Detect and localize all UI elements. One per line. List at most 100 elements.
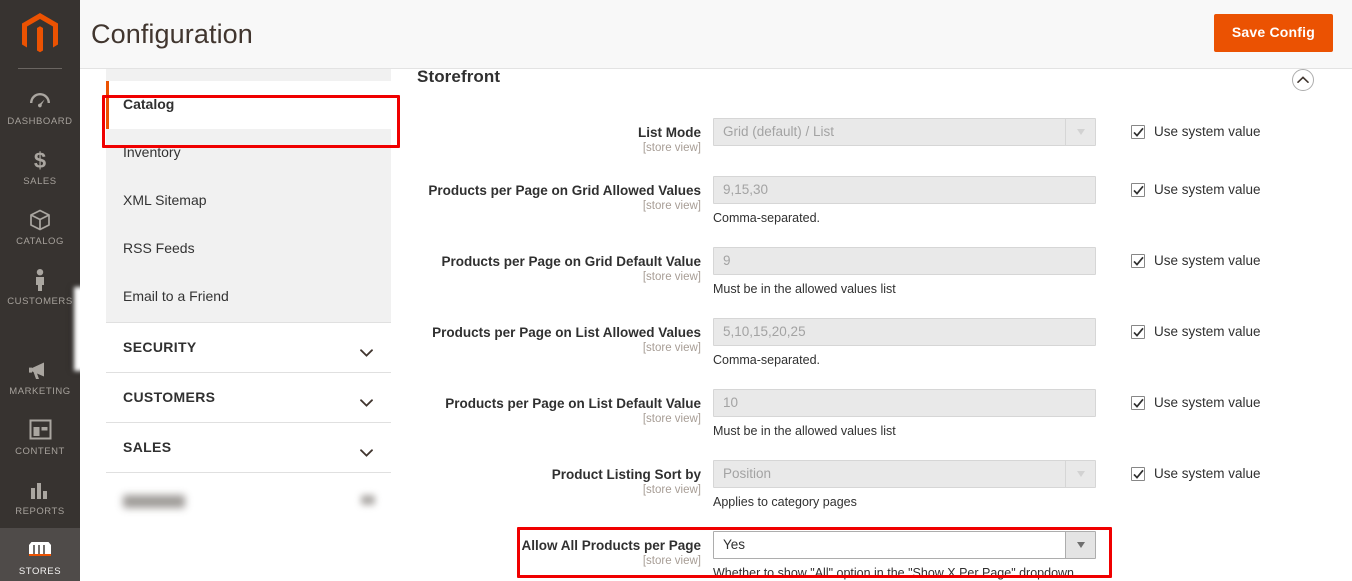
field-scope: [store view] — [642, 142, 701, 154]
field-label: Products per Page on List Default Value — [445, 396, 701, 411]
config-nav-item-inventory[interactable]: Inventory — [106, 129, 391, 177]
sidebar-item-redacted[interactable] — [0, 318, 80, 348]
redaction-blur-overlay — [106, 529, 391, 581]
field-scope: [store view] — [642, 484, 701, 496]
magento-logo[interactable] — [0, 0, 80, 68]
use-system-value-checkbox[interactable] — [1131, 254, 1145, 268]
config-section-customers-label: CUSTOMERS — [123, 389, 216, 405]
use-system-value-group: Use system value — [1113, 176, 1333, 198]
field-label-group: Products per Page on Grid Allowed Values… — [391, 176, 713, 213]
config-section-sales-label: SALES — [123, 439, 172, 455]
field-label: Allow All Products per Page — [521, 538, 701, 553]
sidebar-item-label: Reports — [15, 506, 65, 517]
config-nav-item-catalog[interactable]: Catalog — [106, 81, 391, 129]
field-note: Must be in the allowed values list — [713, 424, 896, 438]
layout-icon — [2, 417, 78, 443]
field-control: Grid (default) / List — [713, 118, 1113, 146]
configuration-nav: CATALOG Catalog Inventory XML Sitemap RS… — [106, 69, 391, 581]
field-label: Product Listing Sort by — [551, 467, 701, 482]
admin-configuration-page: Dashboard $ Sales Catalog Customers — [0, 0, 1352, 581]
config-section-catalog-header[interactable]: CATALOG — [106, 69, 391, 81]
config-nav-item-email-to-a-friend[interactable]: Email to a Friend — [106, 273, 391, 321]
use-system-value-label: Use system value — [1154, 124, 1261, 139]
sidebar-item-catalog[interactable]: Catalog — [0, 198, 80, 258]
field-note: Whether to show "All" option in the "Sho… — [713, 566, 1075, 580]
grid-allowed-values-input[interactable]: 9,15,30 — [713, 176, 1096, 204]
svg-text:$: $ — [34, 148, 46, 172]
field-product-listing-sort-by: Product Listing Sort by [store view] Pos… — [391, 460, 1352, 510]
admin-sidebar: Dashboard $ Sales Catalog Customers — [0, 0, 80, 581]
sidebar-item-customers[interactable]: Customers — [0, 258, 80, 318]
sidebar-flyout-edge — [74, 287, 80, 371]
field-list: List Mode [store view] Grid (default) / … — [391, 118, 1352, 581]
use-system-value-group: Use system value — [1113, 247, 1333, 269]
config-section-customers[interactable]: CUSTOMERS — [106, 372, 391, 423]
chevron-down-icon — [360, 344, 373, 357]
sidebar-item-marketing[interactable]: Marketing — [0, 348, 80, 408]
sidebar-item-dashboard[interactable]: Dashboard — [0, 78, 80, 138]
use-system-value-checkbox[interactable] — [1131, 125, 1145, 139]
bar-chart-icon — [2, 477, 78, 503]
field-allow-all-products-per-page: Allow All Products per Page [store view]… — [391, 531, 1352, 581]
field-scope: [store view] — [642, 271, 701, 283]
config-section-redacted[interactable] — [106, 472, 391, 527]
use-system-value-group: Use system value — [1113, 460, 1333, 482]
field-products-per-page-on-grid-default-value: Products per Page on Grid Default Value … — [391, 247, 1352, 297]
field-products-per-page-on-list-default-value: Products per Page on List Default Value … — [391, 389, 1352, 439]
field-label-group: Product Listing Sort by [store view] — [391, 460, 713, 497]
save-config-button[interactable]: Save Config — [1213, 14, 1333, 52]
field-control: 9,15,30 Comma-separated. — [713, 176, 1113, 226]
use-system-value-label: Use system value — [1154, 253, 1261, 268]
allow-all-products-per-page-select[interactable]: Yes — [713, 531, 1096, 559]
sidebar-item-sales[interactable]: $ Sales — [0, 138, 80, 198]
redacted-label — [123, 494, 185, 508]
grid-default-value-input[interactable]: 9 — [713, 247, 1096, 275]
config-nav-item-xml-sitemap[interactable]: XML Sitemap — [106, 177, 391, 225]
sidebar-item-content[interactable]: Content — [0, 408, 80, 468]
field-control: 5,10,15,20,25 Comma-separated. — [713, 318, 1113, 368]
use-system-value-checkbox[interactable] — [1131, 396, 1145, 410]
field-label-group: Products per Page on Grid Default Value … — [391, 247, 713, 284]
field-label: List Mode — [638, 125, 701, 140]
list-mode-select[interactable]: Grid (default) / List — [713, 118, 1096, 146]
field-scope: [store view] — [642, 200, 701, 212]
chevron-down-icon — [361, 495, 375, 505]
field-note: Applies to category pages — [713, 495, 857, 509]
field-scope: [store view] — [642, 555, 701, 567]
product-listing-sort-by-select[interactable]: Position — [713, 460, 1096, 488]
dollar-sign-icon: $ — [2, 147, 78, 173]
field-label-group: Products per Page on List Default Value … — [391, 389, 713, 426]
select-value: Grid (default) / List — [713, 118, 1096, 146]
list-default-value-input[interactable]: 10 — [713, 389, 1096, 417]
field-label: Products per Page on Grid Default Value — [441, 254, 701, 269]
use-system-value-checkbox[interactable] — [1131, 183, 1145, 197]
chevron-down-icon — [360, 394, 373, 407]
sidebar-item-label: Sales — [23, 176, 57, 187]
use-system-value-checkbox[interactable] — [1131, 325, 1145, 339]
use-system-value-checkbox[interactable] — [1131, 467, 1145, 481]
sidebar-item-label: Catalog — [16, 236, 64, 247]
sidebar-item-label: Stores — [18, 566, 62, 577]
admin-nav-list: Dashboard $ Sales Catalog Customers — [0, 69, 80, 581]
field-control: Yes Whether to show "All" option in the … — [713, 531, 1113, 581]
field-label: Products per Page on Grid Allowed Values — [428, 183, 701, 198]
person-icon — [2, 267, 78, 293]
list-allowed-values-input[interactable]: 5,10,15,20,25 — [713, 318, 1096, 346]
storefront-fieldset: Storefront List Mode [store view] Grid (… — [391, 69, 1352, 581]
field-label-group: List Mode [store view] — [391, 118, 713, 155]
sidebar-item-label: Dashboard — [7, 116, 73, 127]
field-scope: [store view] — [642, 342, 701, 354]
select-value: Position — [713, 460, 1096, 488]
config-nav-item-rss-feeds[interactable]: RSS Feeds — [106, 225, 391, 273]
chevron-up-circle-icon[interactable] — [1292, 69, 1314, 91]
config-section-security[interactable]: SECURITY — [106, 322, 391, 373]
sidebar-item-reports[interactable]: Reports — [0, 468, 80, 528]
sidebar-item-label: Customers — [7, 296, 73, 307]
dashboard-gauge-icon — [2, 87, 78, 113]
field-control: Position Applies to category pages — [713, 460, 1113, 510]
field-products-per-page-on-list-allowed-values: Products per Page on List Allowed Values… — [391, 318, 1352, 368]
sidebar-item-stores[interactable]: Stores — [0, 528, 80, 581]
use-system-value-group: Use system value — [1113, 118, 1333, 140]
page-title: Configuration — [91, 19, 253, 49]
config-section-sales[interactable]: SALES — [106, 422, 391, 473]
